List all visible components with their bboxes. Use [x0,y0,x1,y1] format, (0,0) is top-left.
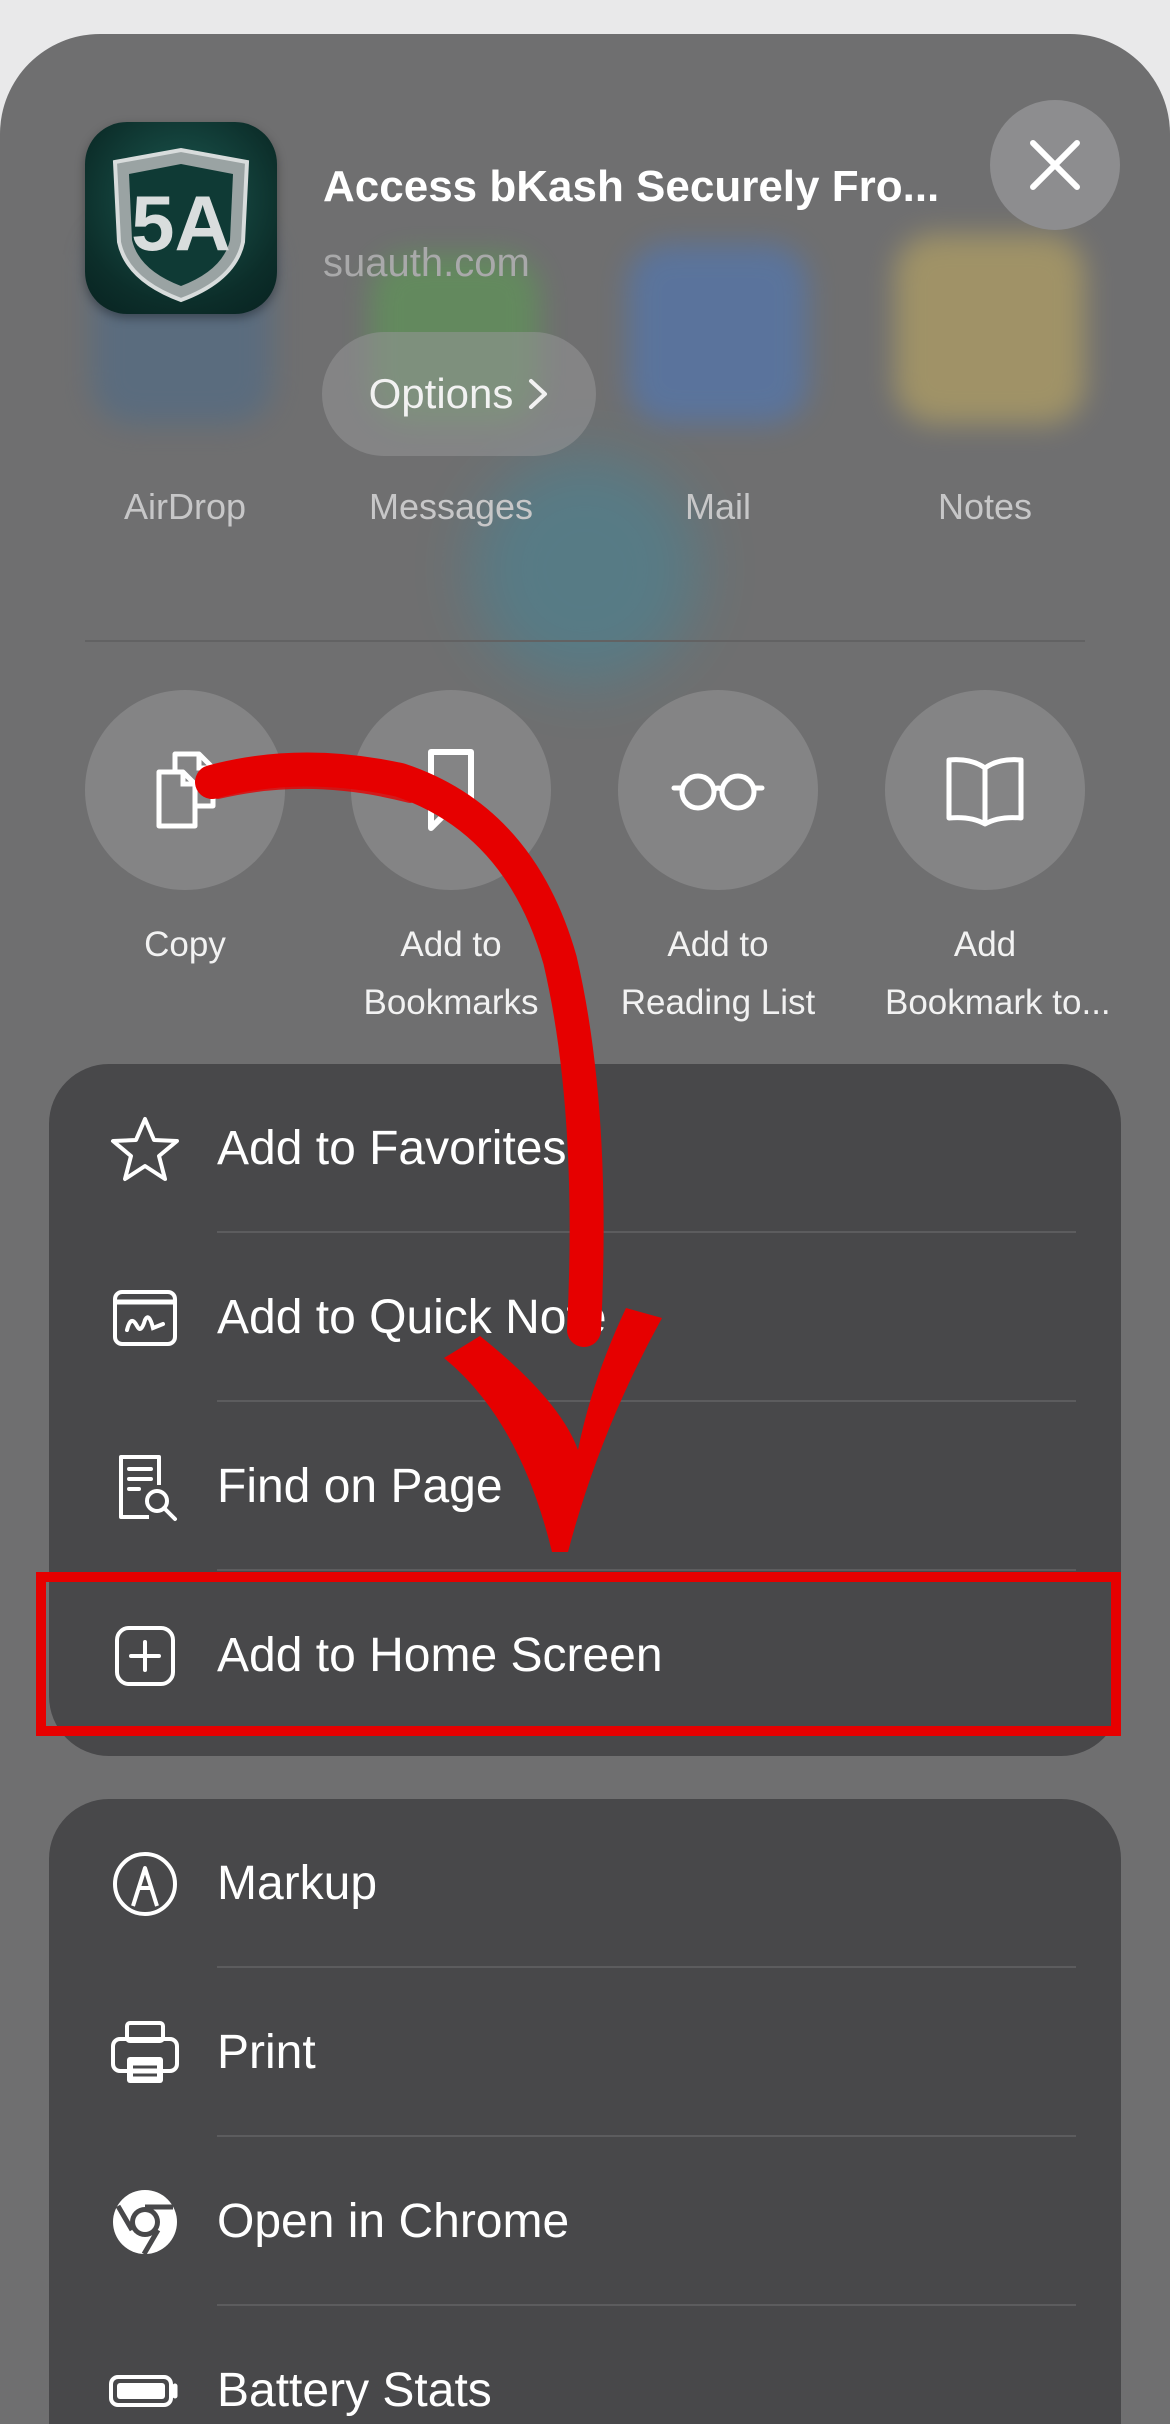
chevron-right-icon [529,379,548,409]
app-icon-letters: 5A [131,179,231,267]
share-target-mail[interactable]: Mail [618,486,818,528]
action-label-line2: Bookmarks [363,983,539,1022]
menu-item-find-on-page[interactable]: Find on Page [49,1402,1121,1571]
website-app-icon: 5A [85,122,277,314]
markup-icon [113,1851,177,1916]
find-on-page-icon [119,1454,177,1521]
menu-item-label: Find on Page [217,1460,503,1513]
mail-ghost-icon [628,244,808,424]
battery-icon [109,2374,178,2407]
page-domain: suauth.com [323,241,530,285]
page-title: Access bKash Securely Fro... [323,162,940,211]
action-add-reading-list[interactable]: Add to Reading List [618,690,818,1032]
copy-icon [156,751,216,829]
menu-item-open-in-chrome[interactable]: Open in Chrome [49,2137,1121,2306]
chrome-icon [113,2189,177,2255]
options-label: Options [368,370,514,417]
menu-item-markup[interactable]: Markup [49,1799,1121,1968]
glasses-icon [671,773,765,811]
action-add-bookmarks[interactable]: Add to Bookmarks [351,690,551,1032]
menu-item-label: Markup [217,1857,378,1910]
action-copy[interactable]: Copy [85,690,285,974]
share-target-notes[interactable]: Notes [885,486,1085,528]
action-label: Copy [144,925,226,964]
action-label: Add to [400,925,502,964]
menu-item-print[interactable]: Print [49,1968,1121,2137]
menu-item-battery-stats[interactable]: Battery Stats [49,2306,1121,2424]
menu-item-label: Add to Favorites [217,1122,567,1175]
action-label-line2: Reading List [620,983,816,1022]
share-target-airdrop[interactable]: AirDrop [85,486,285,528]
action-add-bookmark-to[interactable]: Add Bookmark to... [885,690,1111,1032]
menu-item-label: Print [217,2026,316,2079]
close-button[interactable] [990,100,1120,230]
printer-icon [111,2020,179,2083]
action-label: Add to [667,925,769,964]
book-icon [946,757,1024,827]
share-sheet: AirDrop Messages Mail Notes 5A Access bK… [0,34,1170,2424]
options-button[interactable]: Options [322,332,596,456]
menu-item-add-to-quick-note[interactable]: Add to Quick Note [49,1233,1121,1402]
quick-note-icon [113,1289,177,1346]
menu-item-label: Battery Stats [217,2364,492,2417]
menu-item-label: Open in Chrome [217,2195,570,2248]
highlight-box [36,1572,1121,1736]
menu-item-label: Add to Quick Note [217,1291,607,1344]
menu-item-add-to-favorites[interactable]: Add to Favorites [49,1064,1121,1233]
star-icon [111,1116,179,1181]
divider [85,640,1085,642]
share-target-messages[interactable]: Messages [351,486,551,528]
menu-group-secondary: Markup Print Open in Chrome Battery Stat… [49,1799,1121,2424]
close-icon [1030,140,1080,190]
action-label-line2: Bookmark to... [885,983,1111,1022]
action-label: Add [953,925,1017,964]
bookmark-icon [428,749,474,831]
notes-ghost-icon [895,234,1085,424]
